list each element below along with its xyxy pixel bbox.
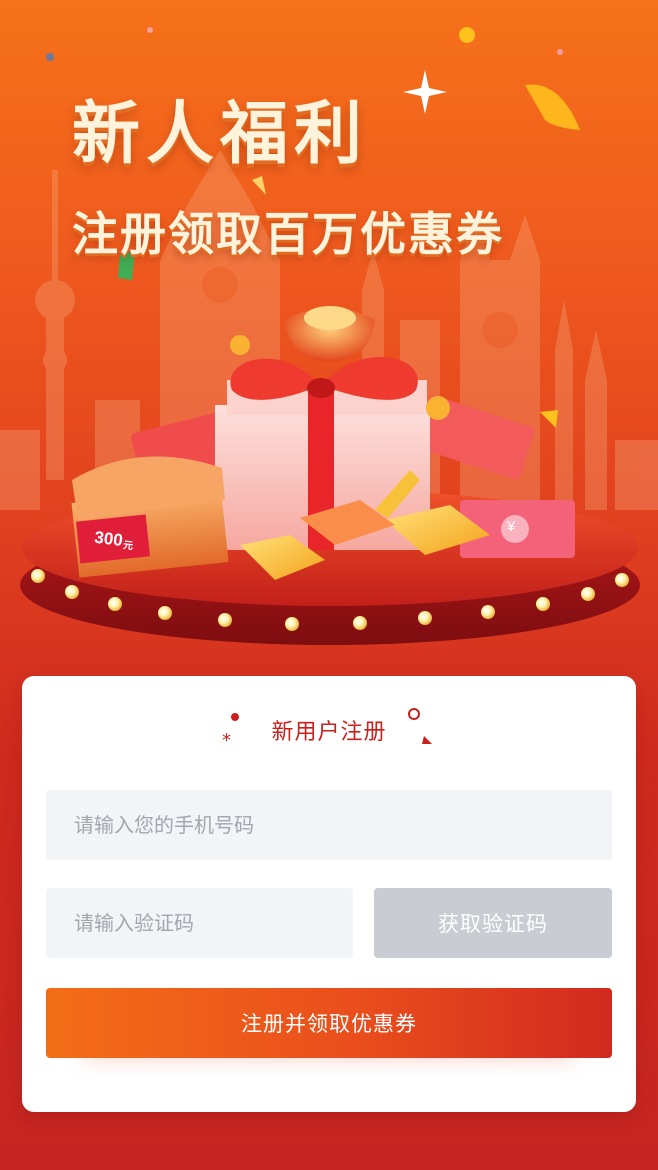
get-code-button[interactable]: 获取验证码 — [374, 888, 612, 958]
coupon-amount: 300 — [93, 527, 124, 550]
confetti-ribbon — [525, 84, 580, 130]
subheadline: 注册领取百万优惠券 — [72, 207, 504, 261]
confetti-piece — [252, 176, 266, 195]
coin — [230, 335, 250, 355]
coupon-unit: 元 — [122, 539, 134, 552]
treasure-chest — [71, 456, 229, 578]
confetti-piece — [540, 410, 558, 428]
money-symbol: ¥ — [507, 518, 516, 535]
confetti-dot — [459, 27, 475, 43]
phone-input[interactable] — [46, 790, 612, 860]
form-title: 新用户注册 — [267, 714, 393, 746]
headline: 新人福利 — [72, 95, 369, 174]
gold-ingot — [285, 306, 375, 362]
sparkle-icon — [403, 70, 447, 114]
confetti-dot — [557, 49, 563, 55]
register-card: * 新用户注册 获取验证码 注册并领取优惠券 — [22, 676, 636, 1112]
coupon-amount-tag: 300 元 — [84, 521, 143, 560]
confetti-dot — [147, 27, 153, 33]
hero-banner: 新人福利 注册领取百万优惠券 300 元 ¥ — [0, 0, 658, 660]
register-submit-button[interactable]: 注册并领取优惠券 — [46, 988, 612, 1058]
coin — [426, 396, 450, 420]
verification-code-input[interactable] — [46, 888, 353, 958]
confetti-dot — [46, 53, 54, 61]
